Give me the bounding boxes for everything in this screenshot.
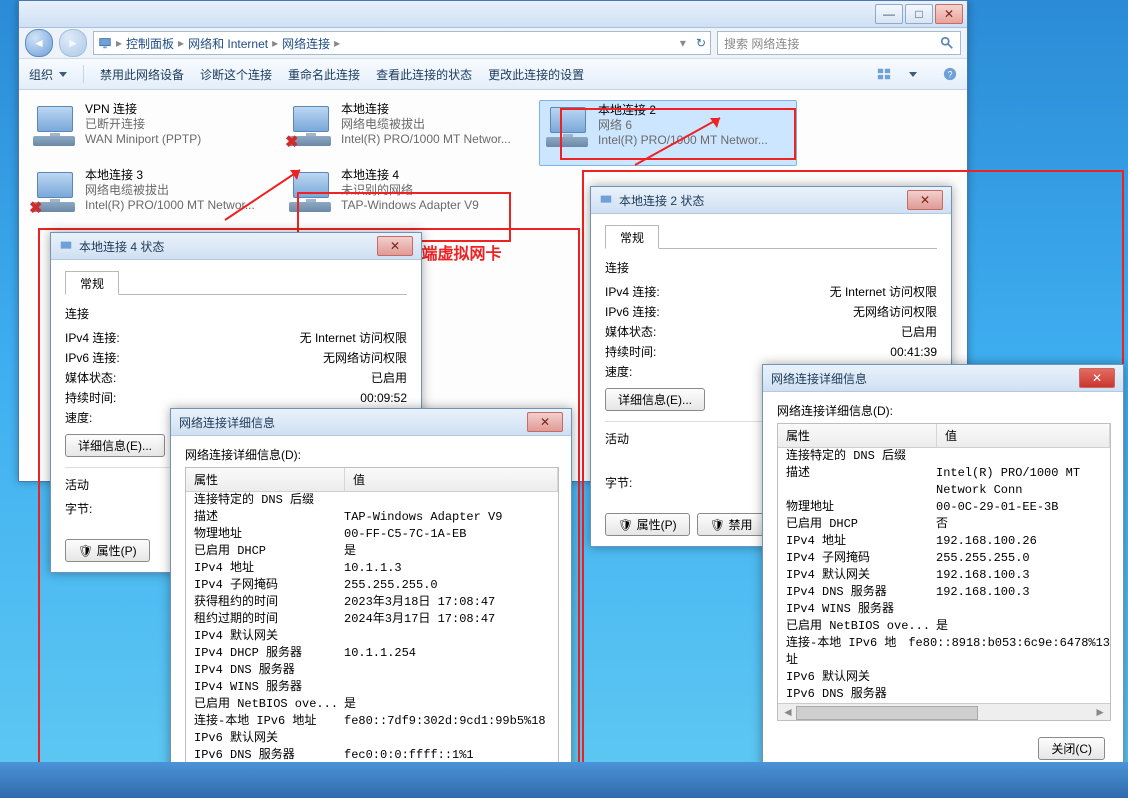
tab-general[interactable]: 常规 <box>65 271 119 295</box>
crumb-network-connections[interactable]: 网络连接 <box>282 35 330 52</box>
detail-row: IPv4 DHCP 服务器10.1.1.254 <box>186 645 558 662</box>
properties-button[interactable]: 🛡 属性(P) <box>65 539 150 562</box>
detail-row: 获得租约的时间2023年3月18日 17:08:47 <box>186 594 558 611</box>
dialog-titlebar[interactable]: 网络连接详细信息 ✕ <box>171 409 571 436</box>
annotation-arrow-icon <box>220 160 310 230</box>
close-button[interactable]: 关闭(C) <box>1038 737 1105 760</box>
adapter-icon <box>599 193 613 207</box>
detail-row: IPv4 地址10.1.1.3 <box>186 560 558 577</box>
dialog-close-button[interactable]: ✕ <box>377 236 413 256</box>
crumb-control-panel[interactable]: 控制面板 <box>126 35 174 52</box>
detail-row: IPv4 地址192.168.100.26 <box>778 533 1110 550</box>
maximize-button[interactable]: □ <box>905 4 933 24</box>
disable-button[interactable]: 🛡 禁用 <box>697 513 766 536</box>
tab-general[interactable]: 常规 <box>605 225 659 249</box>
minimize-button[interactable]: — <box>875 4 903 24</box>
search-input[interactable]: 搜索 网络连接 <box>717 31 961 55</box>
rename-button[interactable]: 重命名此连接 <box>288 66 360 83</box>
address-row: ◄ ► ▸ 控制面板 ▸ 网络和 Internet ▸ 网络连接 ▸ ▾ ↻ 搜… <box>19 28 967 59</box>
search-icon <box>940 36 954 50</box>
section-connection-label: 连接 <box>605 259 937 276</box>
detail-row: 已启用 DHCP否 <box>778 516 1110 533</box>
breadcrumb[interactable]: ▸ 控制面板 ▸ 网络和 Internet ▸ 网络连接 ▸ ▾ ↻ <box>93 31 711 55</box>
detail-row: IPv4 DNS 服务器 <box>186 662 558 679</box>
disable-device-button[interactable]: 禁用此网络设备 <box>100 66 184 83</box>
detail-row: IPv4 DNS 服务器192.168.100.3 <box>778 584 1110 601</box>
horizontal-scrollbar[interactable]: ◄► <box>778 703 1110 720</box>
dialog-close-button[interactable]: ✕ <box>907 190 943 210</box>
details-dialog-conn2: 网络连接详细信息 ✕ 网络连接详细信息(D): 属性值 连接特定的 DNS 后缀… <box>762 364 1124 771</box>
detail-row: 连接-本地 IPv6 地址fe80::8918:b053:6c9e:6478%1… <box>778 635 1110 669</box>
view-menu-chevron[interactable] <box>909 72 917 77</box>
dialog-titlebar[interactable]: 网络连接详细信息 ✕ <box>763 365 1123 392</box>
detail-row: IPv4 WINS 服务器 <box>186 679 558 696</box>
detail-row: 已启用 DHCP是 <box>186 543 558 560</box>
crumb-network-internet[interactable]: 网络和 Internet <box>188 35 268 52</box>
search-placeholder: 搜索 网络连接 <box>724 35 799 52</box>
dialog-close-button[interactable]: ✕ <box>1079 368 1115 388</box>
disconnected-x-icon: ✖ <box>29 198 45 214</box>
col-property[interactable]: 属性 <box>186 468 345 491</box>
detail-row: IPv4 默认网关192.168.100.3 <box>778 567 1110 584</box>
details-dialog-conn4: 网络连接详细信息 ✕ 网络连接详细信息(D): 属性值 连接特定的 DNS 后缀… <box>170 408 572 793</box>
nav-fwd-button[interactable]: ► <box>59 29 87 57</box>
adapter-icon <box>59 239 73 253</box>
command-bar: 组织 禁用此网络设备 诊断这个连接 重命名此连接 查看此连接的状态 更改此连接的… <box>19 59 967 90</box>
svg-text:?: ? <box>948 70 953 80</box>
dialog-titlebar[interactable]: 本地连接 4 状态 ✕ <box>51 233 421 260</box>
detail-row: 已启用 NetBIOS ove...是 <box>186 696 558 713</box>
diagnose-button[interactable]: 诊断这个连接 <box>200 66 272 83</box>
detail-row: 连接-本地 IPv6 地址fe80::7df9:302d:9cd1:99b5%1… <box>186 713 558 730</box>
adapter-icon: ✖ <box>31 168 79 216</box>
detail-row: 连接特定的 DNS 后缀 <box>186 492 558 509</box>
details-button[interactable]: 详细信息(E)... <box>65 434 165 457</box>
detail-row: IPv4 子网掩码255.255.255.0 <box>186 577 558 594</box>
detail-row: IPv4 子网掩码255.255.255.0 <box>778 550 1110 567</box>
annotation-arrow-icon <box>630 110 730 170</box>
detail-row: IPv4 WINS 服务器 <box>778 601 1110 618</box>
detail-row: 租约过期的时间2024年3月17日 17:08:47 <box>186 611 558 628</box>
detail-row: IPv6 默认网关 <box>778 669 1110 686</box>
window-titlebar[interactable]: — □ ✕ <box>19 1 967 28</box>
details-table: 属性值 连接特定的 DNS 后缀描述Intel(R) PRO/1000 MT N… <box>777 423 1111 721</box>
properties-button[interactable]: 🛡 属性(P) <box>605 513 690 536</box>
details-button[interactable]: 详细信息(E)... <box>605 388 705 411</box>
details-header-label: 网络连接详细信息(D): <box>185 446 557 463</box>
nav-back-button[interactable]: ◄ <box>25 29 53 57</box>
change-settings-button[interactable]: 更改此连接的设置 <box>488 66 584 83</box>
col-value[interactable]: 值 <box>345 468 558 491</box>
detail-row: 连接特定的 DNS 后缀 <box>778 448 1110 465</box>
disconnected-x-icon: ✖ <box>285 132 301 148</box>
organize-menu[interactable]: 组织 <box>29 66 67 83</box>
detail-row: 描述TAP-Windows Adapter V9 <box>186 509 558 526</box>
detail-row: IPv6 默认网关 <box>186 730 558 747</box>
detail-row: 已启用 NetBIOS ove...是 <box>778 618 1110 635</box>
adapter-icon <box>31 102 79 150</box>
taskbar[interactable] <box>0 762 1128 798</box>
dialog-titlebar[interactable]: 本地连接 2 状态 ✕ <box>591 187 951 214</box>
dialog-close-button[interactable]: ✕ <box>527 412 563 432</box>
col-value[interactable]: 值 <box>937 424 1110 447</box>
details-header-label: 网络连接详细信息(D): <box>777 402 1109 419</box>
detail-row: 物理地址00-0C-29-01-EE-3B <box>778 499 1110 516</box>
detail-row: IPv4 默认网关 <box>186 628 558 645</box>
connection-item[interactable]: ✖ 本地连接网络电缆被拔出Intel(R) PRO/1000 MT Networ… <box>283 100 539 164</box>
network-icon <box>98 36 112 50</box>
close-button[interactable]: ✕ <box>935 4 963 24</box>
connection-item[interactable]: VPN 连接已断开连接WAN Miniport (PPTP) <box>27 100 283 164</box>
details-table: 属性值 连接特定的 DNS 后缀描述TAP-Windows Adapter V9… <box>185 467 559 782</box>
view-status-button[interactable]: 查看此连接的状态 <box>376 66 472 83</box>
section-connection-label: 连接 <box>65 305 407 322</box>
view-icon[interactable] <box>877 67 891 81</box>
detail-row: 物理地址00-FF-C5-7C-1A-EB <box>186 526 558 543</box>
help-icon[interactable]: ? <box>943 67 957 81</box>
col-property[interactable]: 属性 <box>778 424 937 447</box>
detail-row: IPv6 DNS 服务器 <box>778 686 1110 703</box>
detail-row: 描述Intel(R) PRO/1000 MT Network Conn <box>778 465 1110 499</box>
adapter-icon: ✖ <box>287 102 335 150</box>
